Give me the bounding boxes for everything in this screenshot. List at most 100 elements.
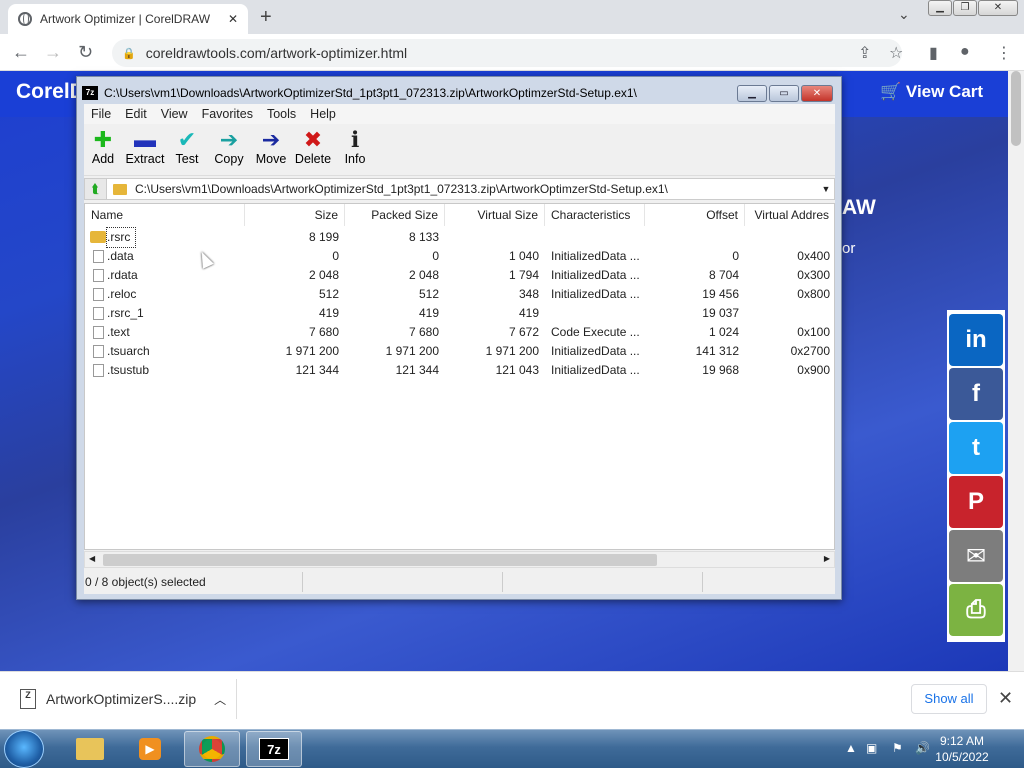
cell-offset: 19 037 — [702, 306, 739, 320]
sevenzip-taskbar-icon[interactable]: 7z — [246, 731, 302, 767]
pinterest-share-button[interactable]: P — [949, 476, 1003, 528]
network-icon[interactable]: ▣ — [866, 741, 877, 755]
column-header-offset[interactable]: Offset — [645, 204, 745, 226]
menu-favorites[interactable]: Favorites — [202, 107, 253, 121]
profile-icon[interactable]: ● — [960, 43, 970, 61]
share-icon[interactable]: ⇪ — [858, 43, 871, 63]
cell-name: .tsustub — [107, 363, 150, 377]
linkedin-share-button[interactable]: in — [949, 314, 1003, 366]
bookmark-star-icon[interactable]: ☆ — [889, 43, 903, 63]
path-text[interactable]: C:\Users\vm1\Downloads\ArtworkOptimizerS… — [135, 182, 818, 196]
table-row[interactable]: .tsustub 121 344 121 344 121 043 Initialized… — [85, 361, 834, 380]
up-folder-icon[interactable]: ⮬ — [85, 179, 107, 199]
table-row[interactable]: .rsrc 8 199 8 133 — [85, 227, 834, 248]
cell-vsize: 7 672 — [508, 325, 539, 339]
menu-view[interactable]: View — [161, 107, 188, 121]
column-header-size[interactable]: Size — [245, 204, 345, 226]
horizontal-scrollbar[interactable]: ◀ ▶ — [84, 551, 835, 568]
cell-vaddr: 0x300 — [797, 268, 830, 282]
start-button[interactable] — [4, 730, 44, 768]
lock-icon[interactable]: 🔒 — [122, 47, 136, 60]
email-share-button[interactable]: ✉ — [949, 530, 1003, 582]
clock-time: 9:12 AM — [939, 734, 985, 748]
cell-size: 512 — [318, 287, 339, 301]
window-titlebar[interactable]: 7z C:\Users\vm1\Downloads\ArtworkOptimiz… — [82, 82, 836, 104]
explorer-taskbar-icon[interactable] — [62, 731, 118, 767]
extract-button[interactable]: ▬ Extract — [124, 128, 166, 167]
info-button[interactable]: ℹ Info — [334, 128, 376, 167]
sevenzip-app-icon: 7z — [82, 86, 98, 100]
print-share-button[interactable]: ⎙ — [949, 584, 1003, 636]
menu-dots-icon[interactable]: ⋮ — [996, 43, 1012, 63]
menu-help[interactable]: Help — [310, 107, 336, 121]
cell-chars: InitializedData ... — [551, 268, 639, 282]
pinterest-icon: P — [967, 488, 984, 515]
reload-icon[interactable]: ↻ — [78, 42, 93, 63]
menu-edit[interactable]: Edit — [125, 107, 147, 121]
column-header-chars[interactable]: Characteristics — [545, 204, 645, 226]
forward-arrow-icon[interactable]: → — [44, 42, 62, 63]
cell-chars: Code Execute ... — [551, 325, 639, 339]
column-header-packed[interactable]: Packed Size — [345, 204, 445, 226]
move-button[interactable]: ➔ Move — [250, 128, 292, 167]
volume-icon[interactable]: 🔊 — [915, 741, 930, 755]
cell-size: 121 344 — [295, 363, 339, 377]
linkedin-icon: in — [965, 326, 987, 353]
email-icon: ✉ — [965, 542, 987, 570]
tray-expand-icon[interactable]: ▲ — [845, 741, 857, 755]
cell-chars: InitializedData ... — [551, 287, 639, 301]
minimize-button[interactable]: ▁ — [928, 0, 952, 16]
new-tab-button[interactable]: + — [260, 6, 272, 29]
facebook-share-button[interactable]: f — [949, 368, 1003, 420]
menu-file[interactable]: File — [91, 107, 111, 121]
clock-date: 10/5/2022 — [935, 750, 989, 764]
column-header-name[interactable]: Name — [85, 204, 245, 226]
media-player-taskbar-icon[interactable]: ▶ — [122, 731, 178, 767]
cell-offset: 1 024 — [708, 325, 739, 339]
show-all-button[interactable]: Show all — [911, 684, 987, 714]
test-button[interactable]: ✔ Test — [166, 128, 208, 167]
menu-tools[interactable]: Tools — [267, 107, 296, 121]
download-item[interactable]: Z ArtworkOptimizerS....zip ︿ — [20, 689, 226, 709]
window-title: C:\Users\vm1\Downloads\ArtworkOptimizerS… — [104, 86, 637, 100]
table-row[interactable]: .text 7 680 7 680 7 672 Code Execute ... 1 02… — [85, 323, 834, 342]
table-row[interactable]: .tsuarch 1 971 200 1 971 200 1 971 200 Initi… — [85, 342, 834, 361]
tab-title: Artwork Optimizer | CorelDRAW — [40, 12, 211, 26]
file-icon — [93, 269, 104, 282]
tab-close-icon[interactable]: ✕ — [228, 12, 238, 26]
hscroll-thumb[interactable] — [103, 554, 657, 566]
clock[interactable]: 9:12 AM 10/5/2022 — [932, 733, 992, 765]
column-header-vaddr[interactable]: Virtual Addres — [745, 204, 834, 226]
scroll-thumb[interactable] — [1011, 71, 1021, 146]
page-scrollbar[interactable] — [1008, 71, 1024, 671]
side-panel-icon[interactable]: ▮ — [929, 43, 938, 63]
twitter-share-button[interactable]: t — [949, 422, 1003, 474]
scroll-right-icon[interactable]: ▶ — [824, 554, 830, 563]
close-downloads-icon[interactable]: ✕ — [998, 688, 1013, 709]
site-logo[interactable]: CorelD — [16, 80, 85, 104]
restore-button[interactable]: ❐ — [953, 0, 977, 16]
table-row[interactable]: .reloc 512 512 348 InitializedData ... 19 456… — [85, 285, 834, 304]
copy-button[interactable]: ➔ Copy — [208, 128, 250, 167]
table-row[interactable]: .rdata 2 048 2 048 1 794 InitializedData ...… — [85, 266, 834, 285]
sz-maximize-button[interactable]: ▭ — [769, 85, 799, 102]
cell-size: 8 199 — [308, 230, 339, 244]
table-row[interactable]: .rsrc_1 419 419 419 19 037 — [85, 304, 834, 323]
scroll-left-icon[interactable]: ◀ — [89, 554, 95, 563]
address-bar[interactable]: 🔒 coreldrawtools.com/artwork-optimizer.h… — [112, 39, 902, 67]
add-button[interactable]: ✚ Add — [82, 128, 124, 167]
file-icon — [93, 345, 104, 358]
close-window-button[interactable]: ✕ — [978, 0, 1018, 16]
browser-tab[interactable]: Artwork Optimizer | CorelDRAW ✕ — [8, 4, 248, 34]
column-header-vsize[interactable]: Virtual Size — [445, 204, 545, 226]
sz-minimize-button[interactable]: ▁ — [737, 85, 767, 102]
chrome-taskbar-icon[interactable] — [184, 731, 240, 767]
tab-search-icon[interactable]: ⌄ — [898, 6, 910, 23]
sz-close-button[interactable]: ✕ — [801, 85, 833, 102]
action-center-icon[interactable]: ⚑ — [892, 741, 903, 755]
chevron-up-icon[interactable]: ︿ — [214, 691, 226, 708]
delete-button[interactable]: ✖ Delete — [292, 128, 334, 167]
back-arrow-icon[interactable]: ← — [12, 42, 30, 63]
path-dropdown-icon[interactable]: ▼ — [818, 184, 834, 194]
view-cart-link[interactable]: 🛒 View Cart — [880, 82, 983, 102]
